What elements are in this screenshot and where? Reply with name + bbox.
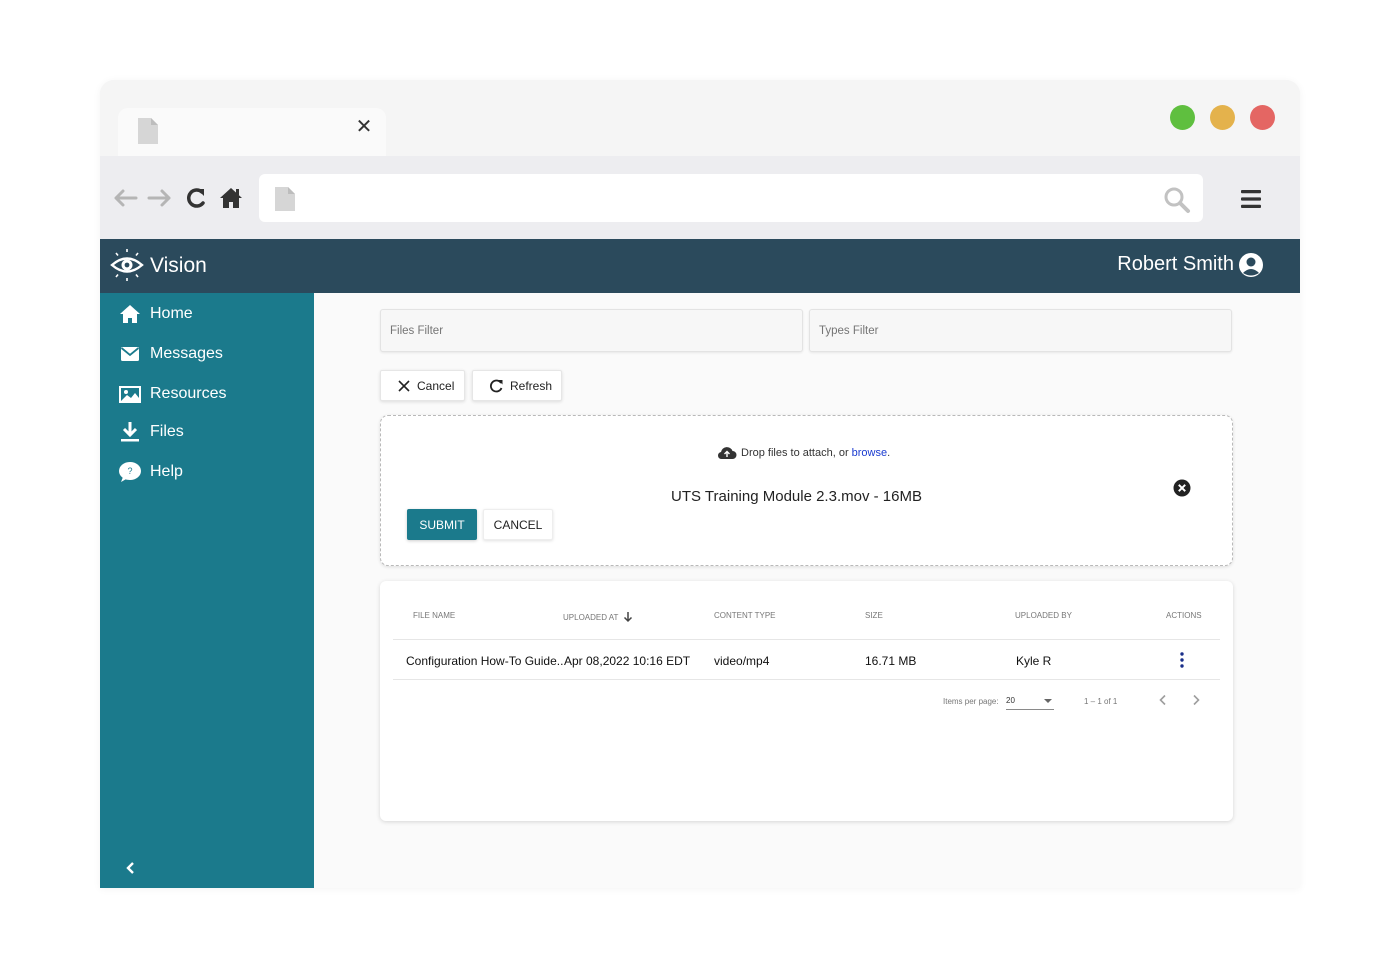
main-content: Files Filter Types Filter Cancel Refresh… xyxy=(314,293,1300,888)
close-icon xyxy=(398,379,410,392)
file-dropzone[interactable]: Drop files to attach, or browse. UTS Tra… xyxy=(380,415,1233,566)
items-per-page-value: 20 xyxy=(1006,696,1015,705)
close-dot[interactable] xyxy=(1250,105,1275,130)
sidebar-item-label: Help xyxy=(150,463,183,480)
sidebar-item-messages[interactable]: Messages xyxy=(118,340,223,368)
column-header-sorted[interactable]: UPLOADED AT xyxy=(563,611,633,623)
selected-file-label: UTS Training Module 2.3.mov - 16MB xyxy=(671,488,922,505)
chevron-left-icon[interactable] xyxy=(1156,693,1170,707)
sidebar-item-label: Files xyxy=(150,423,184,440)
more-vert-icon[interactable] xyxy=(1176,651,1188,674)
cell-size: 16.71 MB xyxy=(865,654,917,668)
svg-text:?: ? xyxy=(127,466,132,476)
envelope-icon xyxy=(118,342,142,366)
sidebar-item-help[interactable]: ? Help xyxy=(118,458,183,486)
cloud-upload-icon xyxy=(717,447,737,460)
caret-down-icon xyxy=(1044,699,1052,703)
browser-toolbar xyxy=(100,156,1300,239)
user-name[interactable]: Robert Smith xyxy=(1117,253,1234,276)
image-icon xyxy=(118,382,142,406)
help-bubble-icon: ? xyxy=(118,460,142,484)
cell-uploaded-at: Apr 08,2022 10:16 EDT xyxy=(564,654,691,668)
close-icon[interactable]: ✕ xyxy=(354,116,374,136)
back-arrow-icon[interactable] xyxy=(111,184,139,212)
divider xyxy=(393,679,1220,680)
column-header[interactable]: UPLOADED BY xyxy=(1015,611,1072,620)
submit-button[interactable]: SUBMIT xyxy=(407,509,477,540)
browser-tab[interactable]: ✕ xyxy=(118,108,386,156)
column-header[interactable]: CONTENT TYPE xyxy=(714,611,776,620)
sidebar-item-resources[interactable]: Resources xyxy=(118,380,226,408)
refresh-button[interactable]: Refresh xyxy=(472,370,562,401)
cancel-button[interactable]: Cancel xyxy=(380,370,465,401)
items-per-page-select[interactable]: 20 xyxy=(1006,696,1054,710)
cell-file-name: Configuration How-To Guide.. xyxy=(406,654,564,668)
column-header[interactable]: FILE NAME xyxy=(413,611,455,620)
files-table: FILE NAME UPLOADED AT CONTENT TYPE SIZE … xyxy=(380,581,1233,821)
items-per-page-label: Items per page: xyxy=(943,697,999,706)
drop-hint-suffix: . xyxy=(887,447,891,459)
address-bar[interactable] xyxy=(259,174,1203,222)
minimize-dot[interactable] xyxy=(1210,105,1235,130)
files-filter-input[interactable]: Files Filter xyxy=(380,309,803,352)
sidebar-item-label: Resources xyxy=(150,385,227,402)
file-icon xyxy=(138,118,158,149)
user-avatar-icon[interactable] xyxy=(1238,252,1264,283)
column-header-label: UPLOADED AT xyxy=(563,612,619,622)
home-icon[interactable] xyxy=(217,184,245,212)
cancel-button-label: Cancel xyxy=(417,378,455,393)
download-icon xyxy=(118,420,142,444)
sidebar-item-label: Home xyxy=(150,305,193,322)
chevron-right-icon[interactable] xyxy=(1189,693,1203,707)
sidebar-item-home[interactable]: Home xyxy=(118,300,193,328)
column-header: ACTIONS xyxy=(1166,611,1202,620)
sidebar-item-files[interactable]: Files xyxy=(118,418,184,446)
range-label: 1 – 1 of 1 xyxy=(1084,697,1118,706)
reload-icon[interactable] xyxy=(182,184,210,212)
drop-hint: Drop files to attach, or browse. xyxy=(717,446,890,460)
cell-content-type: video/mp4 xyxy=(714,654,770,668)
forward-arrow-icon[interactable] xyxy=(146,184,174,212)
divider xyxy=(393,639,1220,640)
hamburger-icon[interactable] xyxy=(1240,189,1262,214)
file-icon xyxy=(275,187,295,216)
eye-logo-icon[interactable] xyxy=(110,248,144,287)
sidebar: Home Messages Resources Files ? Help xyxy=(100,293,314,888)
refresh-button-label: Refresh xyxy=(510,378,553,393)
chevron-left-icon[interactable] xyxy=(122,859,140,877)
refresh-icon xyxy=(490,379,503,393)
app-title: Vision xyxy=(150,254,207,277)
tab-strip: ✕ xyxy=(100,80,1300,156)
arrow-down-icon xyxy=(624,612,633,623)
remove-file-icon[interactable] xyxy=(1173,479,1191,502)
browse-link[interactable]: browse xyxy=(852,447,887,459)
upload-cancel-button[interactable]: CANCEL xyxy=(483,509,553,540)
maximize-dot[interactable] xyxy=(1170,105,1195,130)
home-icon xyxy=(118,302,142,326)
sidebar-item-label: Messages xyxy=(150,345,223,362)
cell-uploaded-by: Kyle R xyxy=(1016,654,1052,668)
drop-hint-text: Drop files to attach, or xyxy=(741,447,849,459)
app-header: Vision Robert Smith xyxy=(100,239,1300,293)
search-icon[interactable] xyxy=(1163,186,1191,219)
types-filter-input[interactable]: Types Filter xyxy=(809,309,1232,352)
browser-window: ✕ Vision Robert Smith Home Messages Reso… xyxy=(100,80,1300,888)
column-header[interactable]: SIZE xyxy=(865,611,883,620)
